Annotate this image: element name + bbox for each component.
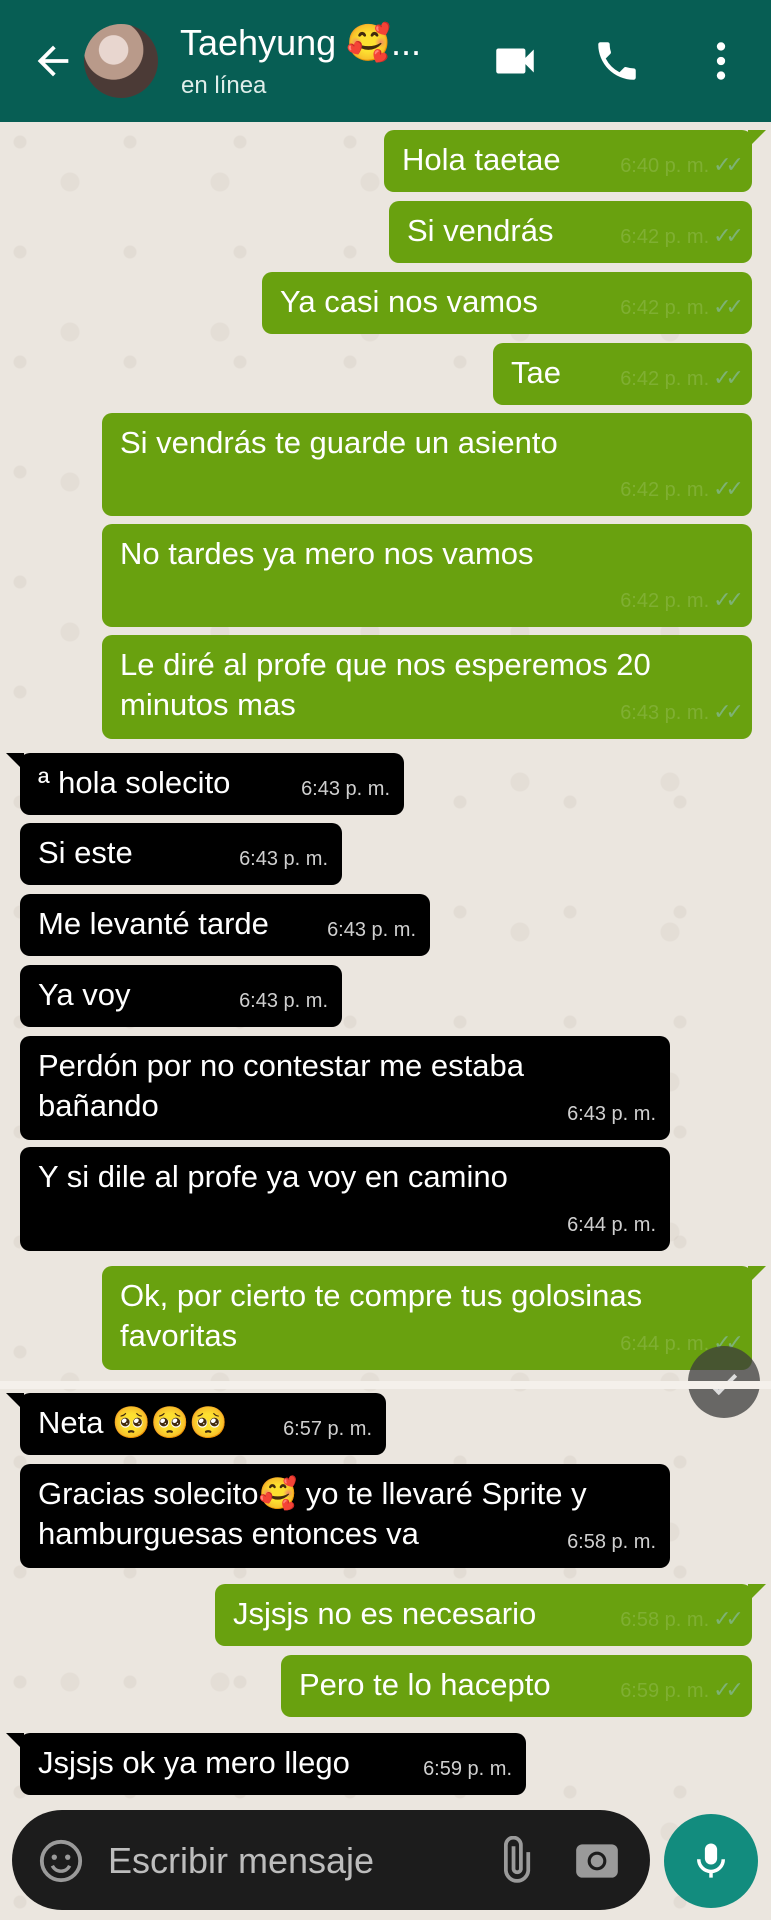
contact-name[interactable]: Taehyung 🥰... [180, 22, 421, 64]
message-bubble-incoming[interactable]: Y si dile al profe ya voy en camino 6:44… [20, 1147, 670, 1251]
voice-message-button[interactable] [664, 1814, 758, 1908]
message-bubble-incoming[interactable]: Si este 6:43 p. m. [20, 823, 342, 885]
microphone-icon [697, 1843, 725, 1878]
message-bubble-outgoing[interactable]: Ok, por cierto te compre tus golosinas f… [102, 1266, 766, 1370]
message-meta: 6:59 p. m. ✓✓ [620, 1670, 744, 1711]
camera-icon[interactable] [572, 1836, 622, 1886]
message-text: Perdón por no contestar me estaba bañand… [38, 1048, 524, 1123]
message-bubble-outgoing[interactable]: Tae 6:42 p. m. ✓✓ [493, 343, 752, 405]
message-text: Y si dile al profe ya voy en camino [38, 1159, 508, 1194]
message-text: No tardes ya mero nos vamos [120, 536, 534, 571]
bubble-tail [748, 1584, 766, 1602]
message-text: Neta 🥺🥺🥺 [38, 1405, 228, 1440]
message-input[interactable] [108, 1834, 448, 1888]
message-bubble-outgoing[interactable]: Si vendrás 6:42 p. m. ✓✓ [389, 201, 752, 263]
message-bubble-incoming[interactable]: Me levanté tarde 6:43 p. m. [20, 894, 430, 956]
message-text: Jsjsjs no es necesario [233, 1596, 537, 1631]
message-bubble-outgoing[interactable]: Jsjsjs no es necesario 6:58 p. m. ✓✓ [215, 1584, 766, 1646]
message-text: Si vendrás te guarde un asiento [120, 425, 558, 460]
message-text: Pero te lo hacepto [299, 1667, 551, 1702]
read-receipt-icon: ✓✓ [713, 1677, 744, 1702]
message-bubble-incoming[interactable]: Gracias solecito🥰 yo te llevaré Sprite y… [20, 1464, 670, 1568]
read-receipt-icon: ✓✓ [713, 476, 744, 501]
message-text: Ok, por cierto te compre tus golosinas f… [120, 1278, 643, 1353]
read-receipt-icon: ✓✓ [713, 223, 744, 248]
message-time: 6:42 p. m. [620, 297, 710, 319]
message-time: 6:43 p. m. [239, 848, 328, 870]
contact-avatar[interactable] [84, 24, 158, 98]
read-receipt-icon: ✓✓ [713, 587, 744, 612]
message-composer [12, 1810, 650, 1910]
read-receipt-icon: ✓✓ [713, 1606, 744, 1631]
message-bubble-outgoing[interactable]: No tardes ya mero nos vamos 6:42 p. m. ✓✓ [102, 524, 752, 627]
message-bubble-outgoing[interactable]: Ya casi nos vamos 6:42 p. m. ✓✓ [262, 272, 752, 334]
message-time: 6:42 p. m. [620, 590, 710, 612]
message-time: 6:44 p. m. [620, 1333, 710, 1355]
message-meta: 6:42 p. m. ✓✓ [620, 358, 744, 399]
bubble-tail [6, 1393, 24, 1411]
message-time: 6:42 p. m. [620, 368, 710, 390]
message-text: Si vendrás [407, 213, 554, 248]
message-text: Si este [38, 835, 133, 870]
emoji-icon[interactable] [38, 1838, 84, 1884]
voice-call-icon[interactable] [592, 36, 642, 86]
message-time: 6:58 p. m. [620, 1609, 710, 1631]
message-time: 6:42 p. m. [620, 226, 710, 248]
message-text: Tae [511, 355, 561, 390]
message-bubble-incoming[interactable]: Neta 🥺🥺🥺 6:57 p. m. [6, 1393, 386, 1455]
message-text: Ya casi nos vamos [280, 284, 538, 319]
read-receipt-icon: ✓✓ [713, 294, 744, 319]
message-meta: 6:42 p. m. ✓✓ [620, 580, 744, 621]
message-time: 6:42 p. m. [620, 479, 710, 501]
bubble-tail [748, 1266, 766, 1284]
message-text: Gracias solecito🥰 yo te llevaré Sprite y… [38, 1476, 587, 1551]
message-text: Ya voy [38, 977, 131, 1012]
message-bubble-outgoing[interactable]: Hola taetae 6:40 p. m. ✓✓ [384, 130, 766, 192]
message-meta: 6:42 p. m. ✓✓ [620, 216, 744, 257]
attach-icon[interactable] [490, 1836, 540, 1886]
message-time: 6:43 p. m. [239, 990, 328, 1012]
chat-header: Taehyung 🥰... en línea [0, 0, 771, 122]
message-time: 6:59 p. m. [423, 1758, 512, 1780]
message-bubble-incoming[interactable]: Perdón por no contestar me estaba bañand… [20, 1036, 670, 1140]
message-time: 6:57 p. m. [283, 1418, 372, 1440]
message-text: Le diré al profe que nos esperemos 20 mi… [120, 647, 651, 722]
message-text: Hola taetae [402, 142, 561, 177]
message-meta: 6:42 p. m. ✓✓ [620, 469, 744, 510]
read-receipt-icon: ✓✓ [713, 365, 744, 390]
message-bubble-incoming[interactable]: Ya voy 6:43 p. m. [20, 965, 342, 1027]
message-bubble-outgoing[interactable]: Pero te lo hacepto 6:59 p. m. ✓✓ [281, 1655, 752, 1717]
message-meta: 6:42 p. m. ✓✓ [620, 287, 744, 328]
screenshot-seam [0, 1381, 771, 1389]
message-time: 6:58 p. m. [567, 1531, 656, 1553]
message-time: 6:43 p. m. [567, 1103, 656, 1125]
message-time: 6:43 p. m. [327, 919, 416, 941]
bubble-tail [748, 130, 766, 148]
message-meta: 6:40 p. m. ✓✓ [620, 145, 744, 186]
read-receipt-icon: ✓✓ [713, 152, 744, 177]
message-time: 6:43 p. m. [301, 778, 390, 800]
bubble-tail [6, 1733, 24, 1751]
message-bubble-outgoing[interactable]: Si vendrás te guarde un asiento 6:42 p. … [102, 413, 752, 516]
message-bubble-outgoing[interactable]: Le diré al profe que nos esperemos 20 mi… [102, 635, 752, 739]
back-arrow-icon[interactable] [30, 38, 76, 84]
message-time: 6:40 p. m. [620, 155, 710, 177]
video-call-icon[interactable] [490, 36, 540, 86]
message-time: 6:59 p. m. [620, 1680, 710, 1702]
read-receipt-icon: ✓✓ [713, 699, 744, 724]
message-text: Me levanté tarde [38, 906, 269, 941]
message-time: 6:44 p. m. [567, 1214, 656, 1236]
message-text: ª hola solecito [38, 765, 231, 800]
message-meta: 6:43 p. m. ✓✓ [620, 692, 744, 733]
bubble-tail [6, 753, 24, 771]
message-bubble-incoming[interactable]: Jsjsjs ok ya mero llego 6:59 p. m. [6, 1733, 526, 1795]
message-time: 6:43 p. m. [620, 702, 710, 724]
contact-status: en línea [181, 72, 267, 99]
more-options-icon[interactable] [696, 36, 746, 86]
message-meta: 6:58 p. m. ✓✓ [620, 1599, 744, 1640]
message-bubble-incoming[interactable]: ª hola solecito 6:43 p. m. [6, 753, 404, 815]
message-text: Jsjsjs ok ya mero llego [38, 1745, 350, 1780]
